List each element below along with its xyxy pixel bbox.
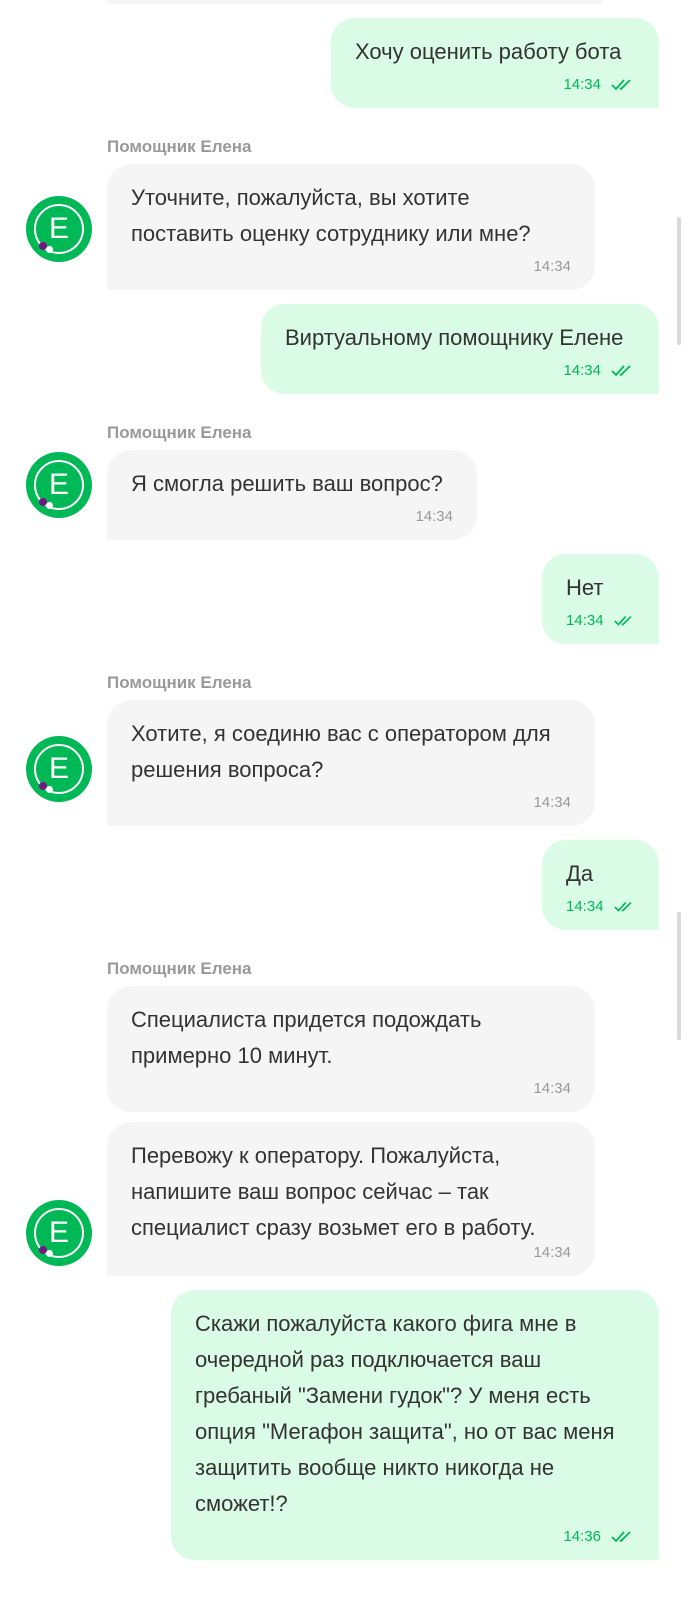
bot-avatar: Е [26,196,92,262]
message-meta: 14:34 [131,792,571,814]
message-meta: 14:34 [285,360,635,382]
message-text: Хочу оценить работу бота [355,39,622,64]
previous-message-edge [107,0,603,4]
message-text: Я смогла решить ваш вопрос? [131,471,443,496]
message-text: Хотите, я соединю вас с оператором для р… [131,721,551,782]
message-time: 14:34 [533,794,571,811]
bot-message-bubble: Я смогла решить ваш вопрос? 14:34 [107,450,477,540]
message-time: 14:34 [566,612,604,629]
message-time: 14:34 [533,1244,571,1261]
avatar-dot-icon [46,246,53,253]
message-time: 14:34 [415,508,453,525]
user-message-bubble: Нет 14:34 [542,554,659,644]
message-meta: 14:36 [195,1526,635,1548]
user-message: Скажи пожалуйста какого фига мне в очере… [0,1290,659,1560]
message-text: Перевожу к оператору. Пожалуйста, напиши… [131,1143,536,1240]
avatar-letter: Е [48,468,69,501]
user-message-bubble: Скажи пожалуйста какого фига мне в очере… [171,1290,659,1560]
message-text: Нет [566,575,604,600]
user-message: Да 14:34 [0,840,659,930]
message-meta: 14:34 [566,896,635,918]
user-message: Хочу оценить работу бота 14:34 [0,18,659,108]
bot-avatar: Е [26,1200,92,1266]
chat-messages: Хочу оценить работу бота 14:34 Помощник … [0,18,700,1560]
message-time: 14:34 [566,898,604,915]
bot-message-bubble: Уточните, пожалуйста, вы хотите поставит… [107,164,595,290]
message-text: Да [566,861,594,886]
user-message-bubble: Виртуальному помощнику Елене 14:34 [261,304,659,394]
double-check-icon [613,901,632,912]
message-text: Специалиста придется подождать примерно … [131,1007,482,1068]
bot-avatar: Е [26,452,92,518]
bot-message-group: Помощник Елена Е Я смогла решить ваш воп… [26,420,700,540]
double-check-icon [613,615,632,626]
double-check-icon [611,1531,631,1543]
sender-name: Помощник Елена [107,423,252,442]
message-text: Виртуальному помощнику Елене [285,325,624,350]
bot-message-bubble: Хотите, я соединю вас с оператором для р… [107,700,595,826]
user-message-bubble: Хочу оценить работу бота 14:34 [331,18,659,108]
bot-message-group: Помощник Елена Е Хотите, я соединю вас с… [26,670,700,826]
message-meta: 14:34 [131,256,571,278]
message-time: 14:36 [563,1528,601,1545]
message-time: 14:34 [533,258,571,275]
message-time: 14:34 [533,1080,571,1097]
message-time: 14:34 [563,76,601,93]
sender-name: Помощник Елена [107,673,252,692]
avatar-letter: Е [48,212,69,245]
avatar-dot-icon [46,502,53,509]
double-check-icon [611,365,631,377]
message-text: Скажи пожалуйста какого фига мне в очере… [195,1311,615,1516]
message-meta: 14:34 [566,610,635,632]
bot-avatar: Е [26,736,92,802]
message-meta: 14:34 [355,74,635,96]
avatar-dot-icon [46,786,53,793]
sender-name: Помощник Елена [107,959,252,978]
avatar-letter: Е [48,1216,69,1249]
avatar-dot-icon [46,1250,53,1257]
bot-message-bubble: Специалиста придется подождать примерно … [107,986,595,1112]
sender-name: Помощник Елена [107,137,252,156]
message-text: Уточните, пожалуйста, вы хотите поставит… [131,185,531,246]
bot-message-group: Помощник Елена Специалиста придется подо… [26,956,700,1276]
avatar-letter: Е [48,752,69,785]
message-meta: 14:34 [131,506,453,528]
user-message: Виртуальному помощнику Елене 14:34 [0,304,659,394]
message-meta: 14:34 [131,1078,571,1100]
double-check-icon [611,79,631,91]
bot-message-group: Помощник Елена Е Уточните, пожалуйста, в… [26,134,700,290]
user-message: Нет 14:34 [0,554,659,644]
bot-message-bubble: Перевожу к оператору. Пожалуйста, напиши… [107,1122,595,1276]
user-message-bubble: Да 14:34 [542,840,659,930]
message-time: 14:34 [563,362,601,379]
